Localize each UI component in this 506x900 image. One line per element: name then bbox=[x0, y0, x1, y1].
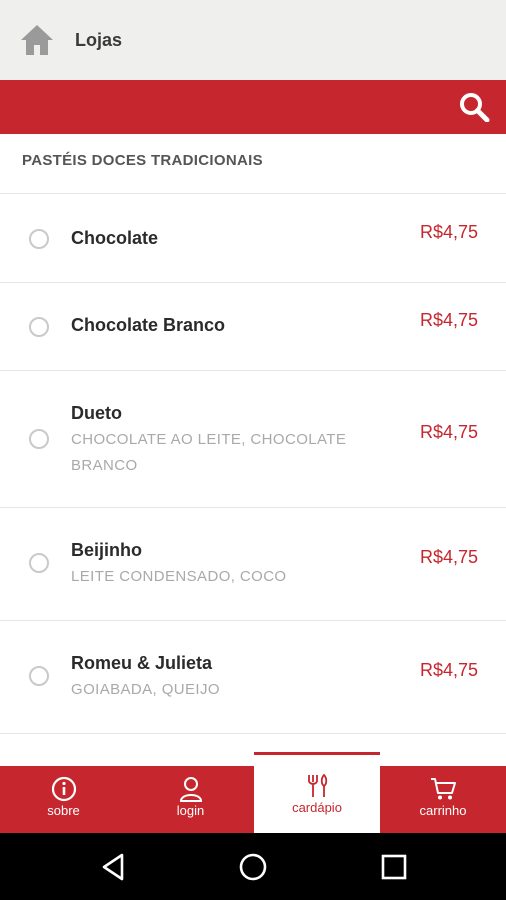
item-description: CHOCOLATE AO LEITE, CHOCOLATE BRANCO bbox=[71, 431, 347, 474]
section-header: PASTÉIS DOCES TRADICIONAIS bbox=[0, 134, 506, 194]
item-price: R$4,75 bbox=[419, 422, 478, 442]
item-name: Romeu & Julieta bbox=[71, 653, 213, 673]
tab-carrinho[interactable]: carrinho bbox=[380, 766, 506, 833]
list-item[interactable]: Beijinho LEITE CONDENSADO, COCO R$4,75 bbox=[0, 508, 506, 621]
recents-button[interactable] bbox=[377, 850, 411, 884]
tab-label: login bbox=[176, 803, 205, 818]
info-icon bbox=[51, 776, 76, 802]
tab-label: carrinho bbox=[419, 803, 467, 818]
cart-icon bbox=[431, 778, 456, 800]
user-icon bbox=[179, 777, 202, 802]
radio-button[interactable] bbox=[29, 317, 49, 337]
item-price: R$4,75 bbox=[419, 660, 478, 680]
back-button[interactable] bbox=[97, 850, 131, 884]
list-item[interactable]: Chocolate R$4,75 bbox=[0, 195, 506, 283]
bottom-tab-bar: sobre login cardápio carrinho bbox=[0, 752, 506, 833]
item-name: Chocolate Branco bbox=[71, 315, 226, 335]
home-icon bbox=[21, 25, 53, 55]
item-price: R$4,75 bbox=[419, 547, 478, 567]
item-price: R$4,75 bbox=[419, 310, 478, 330]
item-name: Chocolate bbox=[71, 228, 159, 248]
home-nav-button[interactable] bbox=[236, 850, 270, 884]
radio-button[interactable] bbox=[29, 666, 49, 686]
square-icon bbox=[381, 854, 407, 880]
tab-cardapio[interactable]: cardápio bbox=[254, 752, 380, 833]
radio-button[interactable] bbox=[29, 429, 49, 449]
tab-sobre[interactable]: sobre bbox=[0, 766, 127, 833]
page-title: Lojas bbox=[75, 30, 123, 50]
system-nav-bar bbox=[0, 833, 506, 900]
item-description: LEITE CONDENSADO, COCO bbox=[71, 568, 287, 585]
search-icon bbox=[460, 93, 490, 123]
radio-button[interactable] bbox=[29, 229, 49, 249]
list-item[interactable]: Dueto CHOCOLATE AO LEITE, CHOCOLATE BRAN… bbox=[0, 371, 506, 508]
circle-icon bbox=[239, 853, 267, 881]
tab-label: cardápio bbox=[292, 800, 342, 815]
top-bar: Lojas bbox=[0, 0, 506, 80]
list-item[interactable]: Romeu & Julieta GOIABADA, QUEIJO R$4,75 bbox=[0, 621, 506, 734]
home-button[interactable] bbox=[20, 24, 54, 56]
back-icon bbox=[102, 853, 124, 881]
search-bar bbox=[0, 80, 506, 134]
item-name: Dueto bbox=[71, 403, 122, 423]
list-item[interactable]: Chocolate Branco R$4,75 bbox=[0, 283, 506, 371]
search-button[interactable] bbox=[458, 92, 490, 123]
radio-button[interactable] bbox=[29, 553, 49, 573]
section-title: PASTÉIS DOCES TRADICIONAIS bbox=[22, 152, 263, 169]
item-description: GOIABADA, QUEIJO bbox=[71, 681, 220, 698]
item-price: R$4,75 bbox=[419, 222, 478, 242]
tab-label: sobre bbox=[47, 803, 80, 818]
tab-login[interactable]: login bbox=[127, 766, 254, 833]
cutlery-icon bbox=[308, 773, 328, 797]
item-name: Beijinho bbox=[71, 540, 142, 560]
